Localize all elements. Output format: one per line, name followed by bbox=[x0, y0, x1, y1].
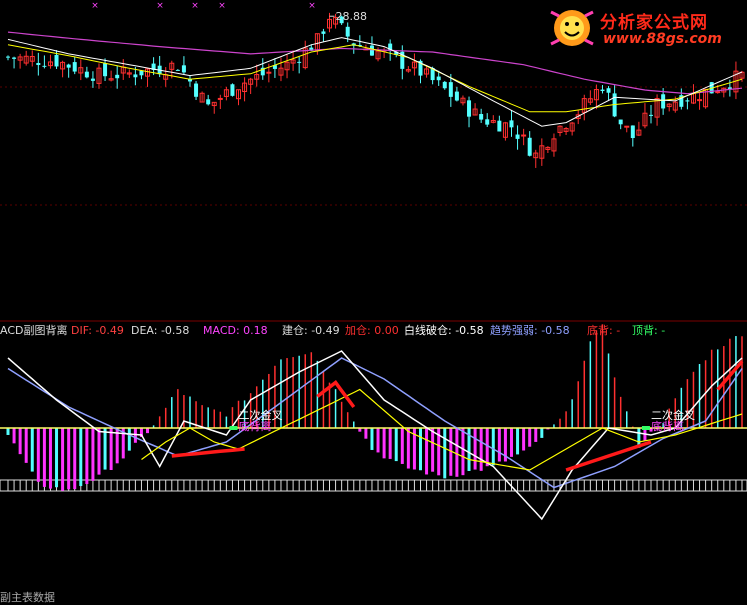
top-marker: × bbox=[308, 1, 316, 11]
divergence-annotation: 底背离 bbox=[651, 419, 684, 433]
top-marker: × bbox=[191, 1, 199, 11]
candle-body bbox=[139, 70, 144, 76]
candle-body bbox=[442, 81, 447, 89]
candle-body bbox=[600, 89, 605, 92]
candle-body bbox=[606, 88, 611, 93]
candle-body bbox=[321, 31, 326, 34]
candle-body bbox=[133, 74, 138, 78]
candle-body bbox=[661, 94, 666, 109]
candle-body bbox=[206, 99, 211, 105]
candle-body bbox=[685, 100, 690, 102]
candle-body bbox=[521, 134, 527, 137]
candle-body bbox=[345, 26, 350, 37]
cross-marker bbox=[229, 426, 238, 430]
cross-marker bbox=[641, 426, 650, 430]
legend-di-bei: 底背: - bbox=[587, 324, 621, 337]
legend-indicator-name: ACD副图背离 bbox=[0, 324, 68, 337]
candle-body bbox=[630, 125, 635, 139]
candle-body bbox=[103, 63, 108, 77]
candle-body bbox=[697, 99, 703, 102]
candle-body bbox=[479, 114, 484, 120]
price-high-label: 28.88 bbox=[336, 10, 368, 23]
candle-body bbox=[715, 91, 721, 94]
candle-body bbox=[485, 119, 490, 125]
candle-body bbox=[36, 62, 41, 66]
candle-body bbox=[467, 100, 472, 117]
candle-body bbox=[6, 56, 10, 58]
candle-body bbox=[624, 125, 630, 128]
candle-body bbox=[84, 71, 89, 78]
legend-dea: DEA: -0.58 bbox=[131, 324, 190, 337]
candle-body bbox=[72, 62, 77, 72]
candle-body bbox=[649, 114, 654, 116]
logo-url: www.88gs.com bbox=[603, 31, 722, 47]
candle-body bbox=[497, 120, 502, 132]
candle-body bbox=[42, 65, 47, 67]
candle-body bbox=[509, 120, 514, 128]
candle-body bbox=[66, 64, 71, 68]
candle-body bbox=[369, 45, 374, 56]
chart-canvas: 28.88× × × × × 二次金叉底背离二次金叉底背离 bbox=[0, 0, 747, 601]
legend-jia-cang: 加仓: 0.00 bbox=[345, 324, 399, 337]
candle-body bbox=[175, 69, 180, 71]
site-logo: 分析家公式网 www.88gs.com bbox=[545, 2, 745, 54]
candle-body bbox=[297, 61, 302, 63]
legend-jian-cang: 建仓: -0.49 bbox=[282, 324, 340, 337]
smiley-logo-icon bbox=[550, 10, 594, 46]
candle-body bbox=[436, 76, 441, 81]
candle-body bbox=[527, 137, 532, 156]
candle-body bbox=[12, 57, 17, 59]
legend-bai-xian-po-cang: 白线破仓: -0.58 bbox=[404, 324, 484, 337]
legend-macd: MACD: 0.18 bbox=[203, 324, 268, 337]
candle-body bbox=[90, 78, 95, 81]
candle-body bbox=[54, 54, 59, 67]
indicator-legend: ACD副图背离 DIF: -0.49 DEA: -0.58 MACD: 0.18… bbox=[0, 323, 747, 339]
top-marker: × bbox=[218, 1, 226, 11]
legend-dif: DIF: -0.49 bbox=[71, 324, 124, 337]
candle-body bbox=[515, 134, 520, 139]
candle-body bbox=[230, 84, 235, 96]
divergence-annotation: 底背离 bbox=[239, 419, 272, 433]
top-marker: × bbox=[156, 1, 164, 11]
candle-body bbox=[266, 71, 272, 74]
legend-ding-bei: 顶背: - bbox=[632, 324, 666, 337]
candle-body bbox=[618, 119, 623, 125]
candle-body bbox=[448, 82, 453, 97]
legend-qu-shi-qiang-ruo: 趋势强弱: -0.58 bbox=[490, 324, 570, 337]
top-marker: × bbox=[91, 1, 99, 11]
candle-body bbox=[454, 91, 459, 101]
bottom-status-text: 副主表数据 bbox=[0, 591, 55, 604]
candle-body bbox=[181, 65, 186, 73]
candle-body bbox=[194, 83, 199, 97]
candle-body bbox=[217, 97, 223, 100]
logo-title: 分析家公式网 bbox=[600, 13, 708, 33]
candle-body bbox=[115, 74, 120, 79]
